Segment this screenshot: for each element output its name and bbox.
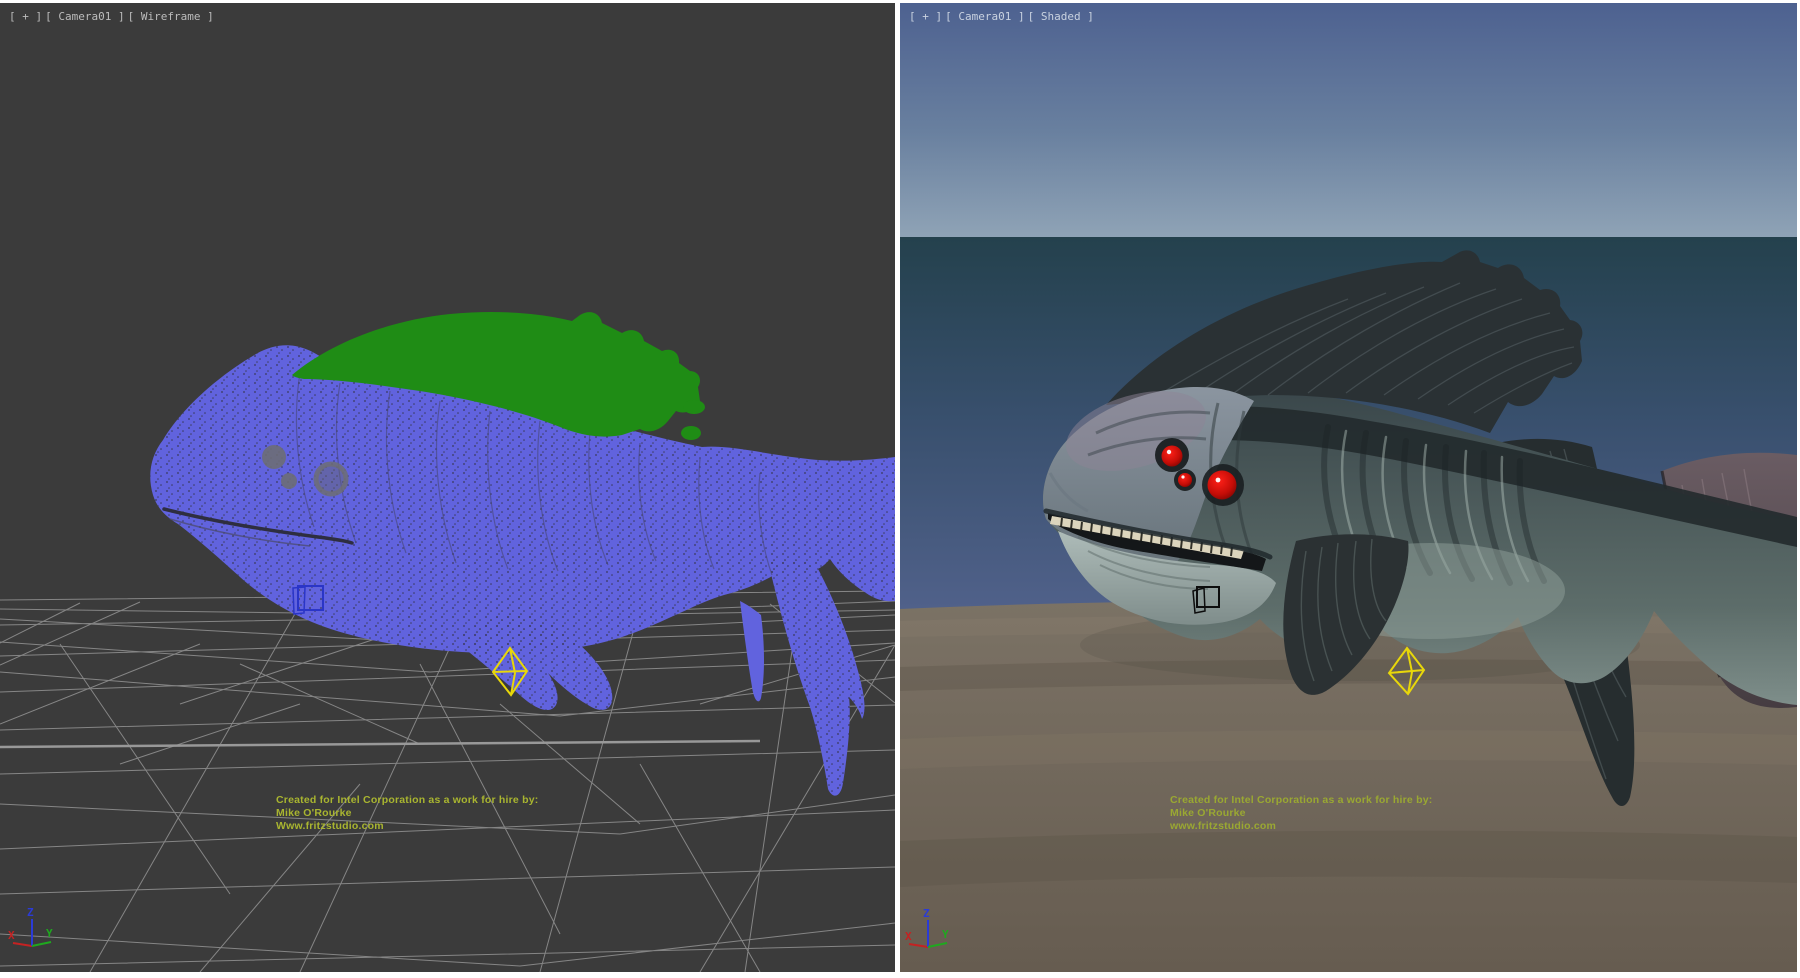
eye-small (1178, 473, 1192, 487)
axis-x-label: X (905, 930, 912, 943)
viewport-menu-pov[interactable]: [ Camera01 ] (45, 10, 124, 23)
fish-eye-ring (316, 464, 346, 494)
viewport-divider[interactable] (895, 0, 900, 978)
viewport-label: [ + ][ Camera01 ] [ Wireframe ] (9, 10, 217, 23)
eye-large-right (1208, 471, 1237, 500)
credit-line-1: Created for Intel Corporation as a work … (276, 794, 538, 807)
viewport-label: [ + ][ Camera01 ] [ Shaded ] (909, 10, 1097, 23)
viewport-menu-pov[interactable]: [ Camera01 ] (945, 10, 1024, 23)
viewport-menu-shading[interactable]: [ Shaded ] (1028, 10, 1094, 23)
credit-text: Created for Intel Corporation as a work … (1170, 794, 1432, 833)
axis-y-label: Y (942, 928, 949, 941)
axis-z-label: Z (27, 906, 34, 919)
axis-z-label: Z (923, 907, 930, 920)
credit-line-1: Created for Intel Corporation as a work … (1170, 794, 1432, 807)
eye-large-left (1162, 446, 1183, 467)
dual-viewport-canvas: X Z Y [ + ][ Camera01 ][ Wireframe ] Cre… (0, 0, 1800, 978)
credit-line-2: Mike O'Rourke (1170, 807, 1432, 820)
credit-text: Created for Intel Corporation as a work … (276, 794, 538, 833)
credit-line-2: Mike O'Rourke (276, 807, 538, 820)
credit-line-3: www.fritzstudio.com (1170, 820, 1432, 833)
viewport-menu-general[interactable]: [ + ] (9, 10, 42, 23)
axis-y-label: Y (46, 927, 53, 940)
viewport-menu-shading[interactable]: [ Wireframe ] (128, 10, 214, 23)
axis-x-label: X (8, 929, 15, 942)
world-axis-tripod: X Z Y (8, 906, 53, 946)
viewport-wireframe[interactable]: X Z Y [ + ][ Camera01 ] [ Wireframe ] Cre… (0, 3, 895, 972)
viewport-menu-general[interactable]: [ + ] (909, 10, 942, 23)
credit-line-3: Www.fritzstudio.com (276, 820, 538, 833)
sky (900, 3, 1797, 237)
viewport-shaded[interactable]: X Z Y [ + ][ Camera01 ] [ Shaded ] Create… (900, 3, 1797, 972)
